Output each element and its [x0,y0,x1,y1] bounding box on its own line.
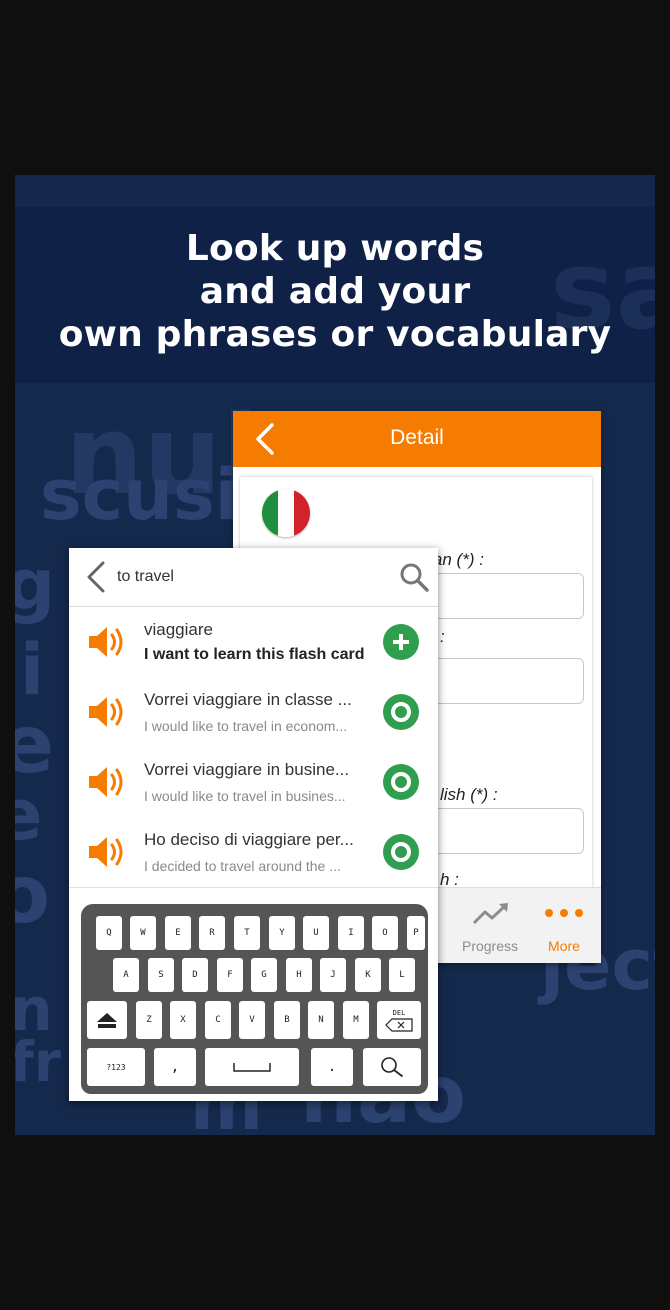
key-o[interactable]: O [372,916,398,950]
bg-word-i: i [20,629,44,711]
headline-line-2: and add your [199,271,471,312]
shift-icon [97,1013,117,1028]
select-icon [391,772,411,792]
search-icon [381,1057,403,1077]
speaker-icon[interactable] [87,694,127,730]
bg-word-scusi: scusi [40,454,239,536]
add-icon [393,634,409,650]
result-english: I want to learn this flash card [144,646,365,663]
search-input[interactable] [117,562,387,592]
search-bar [69,548,438,607]
key-v[interactable]: V [239,1001,265,1039]
more-dots-icon [545,909,583,917]
delete-key[interactable]: DEL [377,1001,421,1039]
add-card-button[interactable] [383,624,419,660]
delete-key-label: DEL [392,1008,406,1017]
bg-word-e2: e [15,774,43,856]
result-italian: viaggiare [144,620,213,639]
backspace-icon [385,1017,413,1032]
select-icon [391,702,411,722]
bg-word-g: g [15,544,56,626]
select-card-button[interactable] [383,834,419,870]
key-r[interactable]: R [199,916,225,950]
shift-key[interactable] [87,1001,127,1039]
result-italian: Ho deciso di viaggiare per... [144,830,354,849]
key-s[interactable]: S [148,958,174,992]
italian-flag-icon [262,489,310,537]
key-z[interactable]: Z [136,1001,162,1039]
bg-word-fr: fr [15,1030,62,1094]
key-i[interactable]: I [338,916,364,950]
result-row[interactable]: Vorrei viaggiare in busine... I would li… [69,747,438,818]
speaker-icon[interactable] [87,834,127,870]
italian-note-label: : [440,627,445,646]
speaker-icon[interactable] [87,624,127,660]
select-card-button[interactable] [383,694,419,730]
search-screen: viaggiare I want to learn this flash car… [69,548,438,1101]
key-b[interactable]: B [274,1001,300,1039]
detail-title: Detail [390,426,444,449]
key-n[interactable]: N [308,1001,334,1039]
key-w[interactable]: W [130,916,156,950]
numbers-key[interactable]: ?123 [87,1048,145,1086]
result-english: I would like to travel in busines... [144,788,346,804]
key-p[interactable]: P [407,916,425,950]
key-t[interactable]: T [234,916,260,950]
search-button[interactable] [399,562,429,592]
select-icon [391,842,411,862]
key-k[interactable]: K [355,958,381,992]
banner-band [15,175,655,207]
result-english: I would like to travel in econom... [144,718,348,734]
result-row[interactable]: Ho deciso di viaggiare per... I decided … [69,817,438,888]
nav-progress-label: Progress [461,938,519,954]
key-c[interactable]: C [205,1001,231,1039]
period-key[interactable]: . [311,1048,353,1086]
headline-line-3: own phrases or vocabulary [58,314,612,355]
key-l[interactable]: L [389,958,415,992]
key-j[interactable]: J [320,958,346,992]
key-q[interactable]: Q [96,916,122,950]
nav-more[interactable]: More [524,888,601,963]
result-row[interactable]: Vorrei viaggiare in classe ... I would l… [69,677,438,748]
select-card-button[interactable] [383,764,419,800]
key-h[interactable]: H [286,958,312,992]
detail-app-bar: Detail [233,411,601,467]
result-row[interactable]: viaggiare I want to learn this flash car… [69,607,438,678]
speaker-icon[interactable] [87,764,127,800]
nav-more-label: More [548,938,580,954]
search-icon [400,563,429,592]
english-word-label: lish (*) : [440,785,498,804]
search-back-button[interactable] [83,560,111,594]
keyboard: Q W E R T Y U I O P A S D F G H J K L Z … [81,904,428,1094]
key-a[interactable]: A [113,958,139,992]
key-m[interactable]: M [343,1001,369,1039]
nav-progress[interactable]: Progress [450,888,530,963]
headline-line-1: Look up words [185,228,485,269]
bg-word-o: o [15,848,50,941]
key-d[interactable]: D [182,958,208,992]
key-g[interactable]: G [251,958,277,992]
result-italian: Vorrei viaggiare in busine... [144,760,350,779]
keyboard-search-key[interactable] [363,1048,421,1086]
key-y[interactable]: Y [269,916,295,950]
headline: Look up words and add your own phrases o… [15,227,655,356]
result-italian: Vorrei viaggiare in classe ... [144,690,352,709]
bg-word-e1: e [15,698,55,791]
key-f[interactable]: F [217,958,243,992]
space-icon [233,1063,271,1072]
key-u[interactable]: U [303,916,329,950]
space-key[interactable] [205,1048,299,1086]
key-x[interactable]: X [170,1001,196,1039]
key-e[interactable]: E [165,916,191,950]
comma-key[interactable]: , [154,1048,196,1086]
chevron-left-icon [87,561,105,593]
result-english: I decided to travel around the ... [144,858,341,874]
trend-up-icon [472,903,508,925]
